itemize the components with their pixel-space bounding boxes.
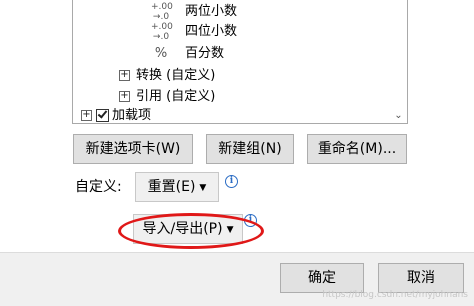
tree-item-label: 两位小数 <box>185 4 238 19</box>
percent-icon: % <box>154 46 168 61</box>
tree-tab-label: 加载项 <box>112 108 152 123</box>
dropdown-caret-icon: ▼ <box>226 225 234 235</box>
import-export-button-label: 导入/导出(P) <box>142 221 223 237</box>
reset-button-label: 重置(E) <box>147 179 196 195</box>
scroll-down-icon[interactable]: ⌄ <box>390 107 407 123</box>
dropdown-caret-icon: ▼ <box>199 183 207 193</box>
expand-icon[interactable]: + <box>119 70 130 81</box>
new-tab-button[interactable]: 新建选项卡(W) <box>73 134 193 164</box>
customizations-label: 自定义: <box>75 179 122 195</box>
expand-icon[interactable]: + <box>119 91 130 102</box>
info-icon[interactable]: i <box>244 214 257 227</box>
tree-group-label: 引用 (自定义) <box>136 89 216 104</box>
ribbon-tree-panel[interactable]: +.00 →.0 两位小数 +.00 →.0 四位小数 % 百分数 + 转换 (自定… <box>72 0 408 124</box>
decimal-increase-icon: +.00 →.0 <box>151 22 173 42</box>
rename-button[interactable]: 重命名(M)... <box>307 134 407 164</box>
import-export-dropdown-button[interactable]: 导入/导出(P) ▼ <box>133 214 243 244</box>
vertical-scrollbar[interactable]: ⌄ <box>390 0 407 123</box>
decimal-increase-icon: +.00 →.0 <box>151 2 173 22</box>
tree-item-label: 百分数 <box>185 46 225 61</box>
tree-item-label: 四位小数 <box>185 24 238 39</box>
cancel-button[interactable]: 取消 <box>378 263 464 293</box>
reset-dropdown-button[interactable]: 重置(E) ▼ <box>135 172 219 202</box>
addins-checkbox[interactable] <box>96 108 109 122</box>
watermark-text: https://blog.csdn.net/myjohnans <box>322 290 468 300</box>
tree-group-label: 转换 (自定义) <box>136 68 216 83</box>
new-group-button[interactable]: 新建组(N) <box>206 134 294 164</box>
checkmark-icon <box>97 108 108 119</box>
ok-button[interactable]: 确定 <box>280 263 364 293</box>
info-icon[interactable]: i <box>225 175 238 188</box>
expand-icon[interactable]: + <box>81 110 92 121</box>
